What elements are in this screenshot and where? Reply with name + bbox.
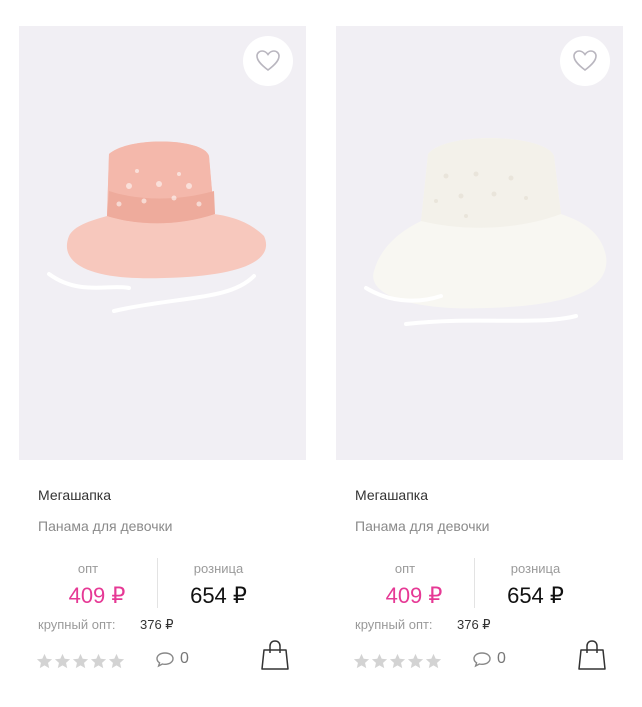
favorite-button[interactable]	[243, 36, 293, 86]
hat-illustration	[47, 141, 267, 313]
product-card[interactable]: Мегашапка Панама для девочки опт 409 ₽ р…	[336, 26, 623, 707]
rating-stars[interactable]	[36, 653, 125, 669]
bulk-price: 376 ₽	[457, 617, 491, 632]
star-icon[interactable]	[54, 653, 71, 669]
shopping-bag-icon	[261, 640, 289, 670]
wholesale-price-label: опт	[394, 561, 416, 576]
bulk-price-label: крупный опт:	[355, 617, 433, 632]
retail-price: 654 ₽	[190, 583, 247, 608]
shopping-bag-icon	[578, 640, 606, 670]
wholesale-price-label: опт	[77, 561, 99, 576]
retail-price-label: розница	[193, 561, 244, 576]
heart-icon	[256, 50, 280, 72]
product-brand[interactable]: Мегашапка	[355, 487, 428, 503]
star-icon[interactable]	[407, 653, 424, 669]
wholesale-price: 409 ₽	[385, 583, 443, 608]
star-icon[interactable]	[425, 653, 442, 669]
favorite-button[interactable]	[560, 36, 610, 86]
product-title[interactable]: Панама для девочки	[355, 518, 489, 534]
add-to-cart-button[interactable]	[577, 639, 607, 671]
hat-illustration	[364, 138, 607, 326]
product-image[interactable]	[336, 26, 623, 460]
comments-link[interactable]: 0	[155, 650, 189, 668]
speech-bubble-icon	[156, 651, 174, 667]
wholesale-price: 409 ₽	[68, 583, 126, 608]
star-icon[interactable]	[108, 653, 125, 669]
product-title[interactable]: Панама для девочки	[38, 518, 172, 534]
retail-price: 654 ₽	[507, 583, 564, 608]
star-icon[interactable]	[72, 653, 89, 669]
product-card[interactable]: Мегашапка Панама для девочки опт 409 ₽ р…	[19, 26, 306, 707]
add-to-cart-button[interactable]	[260, 639, 290, 671]
star-icon[interactable]	[353, 653, 370, 669]
retail-price-label: розница	[510, 561, 561, 576]
product-brand[interactable]: Мегашапка	[38, 487, 111, 503]
star-icon[interactable]	[36, 653, 53, 669]
product-image[interactable]	[19, 26, 306, 460]
star-icon[interactable]	[371, 653, 388, 669]
comments-count: 0	[180, 650, 189, 667]
speech-bubble-icon	[473, 651, 491, 667]
rating-stars[interactable]	[353, 653, 442, 669]
bulk-price: 376 ₽	[140, 617, 174, 632]
star-icon[interactable]	[90, 653, 107, 669]
comments-link[interactable]: 0	[472, 650, 506, 668]
heart-icon	[573, 50, 597, 72]
comments-count: 0	[497, 650, 506, 667]
star-icon[interactable]	[389, 653, 406, 669]
bulk-price-label: крупный опт:	[38, 617, 116, 632]
